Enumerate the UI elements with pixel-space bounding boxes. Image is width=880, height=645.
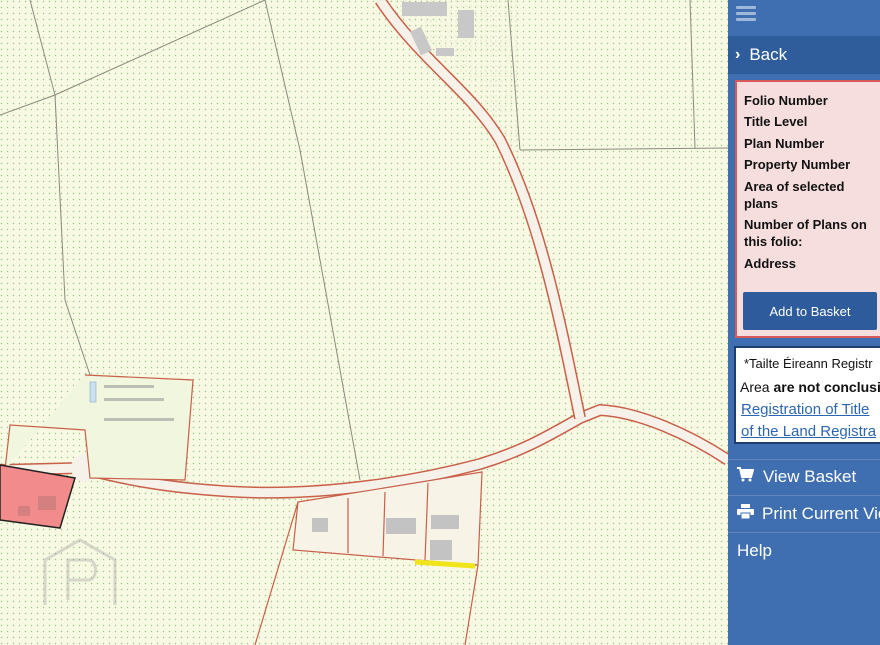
area-selected-plans-label: Area of selected plans [744, 179, 845, 211]
folio-info-box: Folio Number Title Level Plan Number Pro… [735, 80, 880, 338]
cart-icon [737, 467, 755, 487]
help-label: Help [737, 541, 772, 560]
land-registry-link[interactable]: of the Land Registra [741, 423, 876, 440]
print-current-view-menu-item[interactable]: Print Current Vie [728, 496, 880, 532]
notice-line-2: Area are not conclusi [740, 379, 880, 395]
notice-prefix: Area [740, 379, 774, 395]
chevron-right-icon: › [735, 46, 741, 63]
back-label: Back [749, 45, 788, 64]
map-canvas[interactable] [0, 0, 728, 645]
back-button[interactable]: › Back [728, 36, 880, 74]
help-menu-item[interactable]: Help [728, 533, 880, 569]
view-basket-label: View Basket [763, 467, 857, 486]
side-panel: › Back Folio Number Title Level Plan Num… [728, 0, 880, 645]
add-to-basket-button[interactable]: Add to Basket [743, 292, 877, 330]
hamburger-menu-icon[interactable] [736, 6, 756, 24]
notice-line-1: *Tailte Éireann Registr [744, 356, 873, 371]
address-label: Address [744, 256, 797, 271]
number-of-plans-label: Number of Plans on this folio: [744, 217, 867, 249]
plan-number-label: Plan Number [744, 136, 825, 151]
folio-number-label: Folio Number [744, 93, 828, 108]
disclaimer-notice: *Tailte Éireann Registr Area are not con… [734, 346, 880, 444]
printer-icon [737, 504, 754, 524]
print-current-view-label: Print Current Vie [762, 504, 880, 523]
notice-bold: are not conclusi [773, 379, 880, 395]
title-level-label: Title Level [744, 114, 808, 129]
registration-of-title-link[interactable]: Registration of Title [741, 401, 869, 418]
view-basket-menu-item[interactable]: View Basket [728, 459, 880, 495]
property-number-label: Property Number [744, 157, 851, 172]
